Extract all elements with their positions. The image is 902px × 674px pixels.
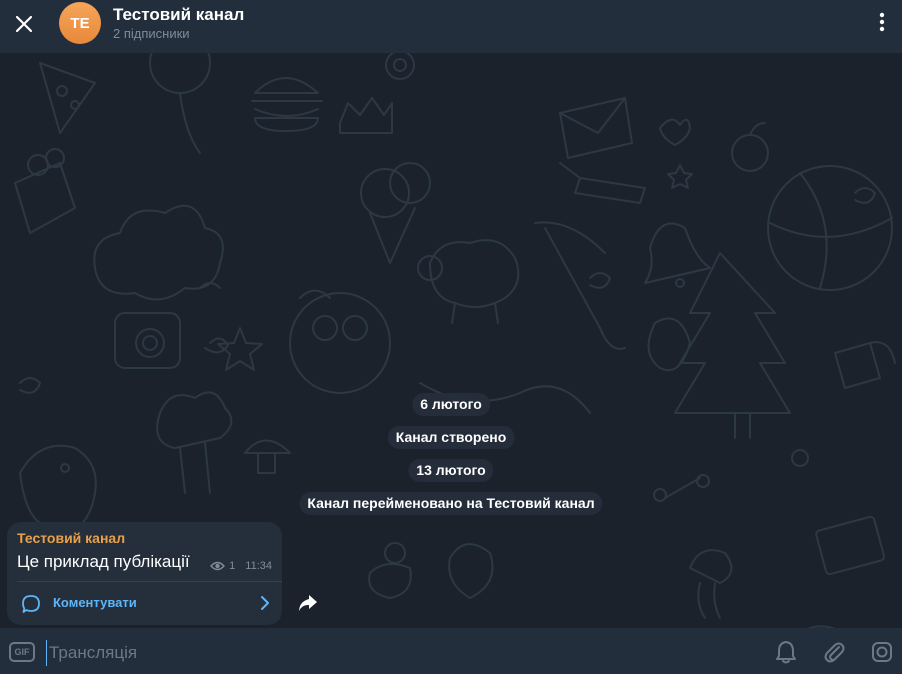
more-menu-button[interactable] — [870, 8, 894, 36]
chat-header: TE Тестовий канал 2 підписники — [0, 0, 902, 53]
eye-icon — [210, 561, 226, 571]
silent-broadcast-button[interactable] — [773, 639, 799, 665]
paperclip-icon — [824, 642, 845, 663]
comments-button[interactable]: Коментувати — [7, 582, 282, 625]
chevron-right-icon — [261, 596, 269, 610]
message-time: 11:34 — [245, 560, 272, 572]
more-vertical-icon — [879, 12, 885, 32]
comment-icon — [22, 595, 40, 613]
service-date-1: 6 лютого — [412, 393, 490, 416]
instagram-icon — [872, 642, 892, 662]
channel-subscribers: 2 підписники — [113, 26, 190, 41]
gif-label: GIF — [14, 647, 30, 657]
message-author[interactable]: Тестовий канал — [17, 530, 125, 546]
message-text: Це приклад публікації — [17, 552, 190, 571]
attach-button[interactable] — [821, 639, 847, 665]
channel-avatar[interactable]: TE — [59, 2, 101, 44]
video-message-button[interactable] — [869, 639, 895, 665]
share-icon — [299, 595, 317, 611]
close-button[interactable] — [8, 8, 40, 40]
service-channel-created: Канал створено — [387, 426, 515, 449]
view-count: 1 — [229, 560, 236, 572]
close-icon — [15, 15, 33, 33]
service-channel-renamed: Канал перейменовано на Тестовий канал — [299, 492, 603, 515]
message-bubble[interactable]: Тестовий канал Це приклад публікації 1 1… — [7, 522, 282, 625]
share-button[interactable] — [292, 587, 324, 619]
gif-button[interactable]: GIF — [9, 642, 35, 662]
composer-bar: GIF — [0, 628, 902, 674]
chat-area[interactable]: 6 лютого Канал створено 13 лютого Канал … — [0, 53, 902, 628]
bell-icon — [776, 641, 796, 664]
service-date-2: 13 лютого — [408, 459, 494, 482]
message-input[interactable] — [46, 640, 746, 666]
message-meta: 1 11:34 — [210, 560, 272, 572]
channel-title[interactable]: Тестовий канал — [113, 5, 244, 25]
comments-label: Коментувати — [53, 595, 137, 610]
